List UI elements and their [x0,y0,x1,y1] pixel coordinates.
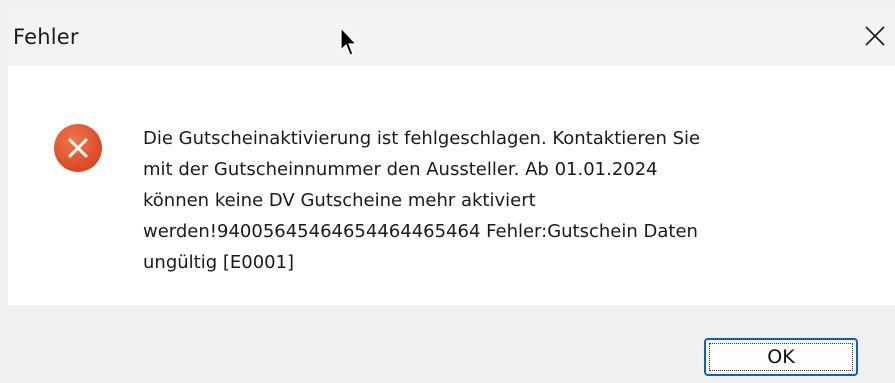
error-x-icon [53,123,103,173]
close-button[interactable] [859,20,891,52]
mouse-pointer-icon [339,26,359,57]
close-icon [864,25,886,47]
dialog-content: Die Gutscheinaktivierung ist fehlgeschla… [8,66,895,313]
title-bar[interactable]: Fehler [8,8,895,66]
error-message: Die Gutscheinaktivierung ist fehlgeschla… [143,128,701,273]
ok-button-label: OK [767,346,795,368]
error-dialog: Fehler Die Gutscheinaktivierung ist fehl… [0,0,895,383]
dialog-footer: OK [8,305,895,383]
ok-button[interactable]: OK [704,338,858,376]
window-title: Fehler [13,25,79,49]
